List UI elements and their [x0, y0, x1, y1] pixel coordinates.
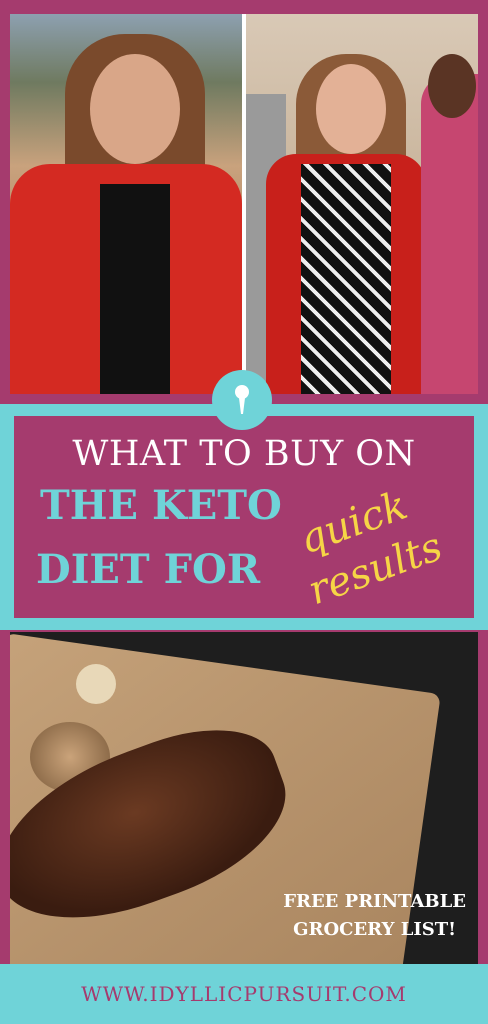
pin-icon	[227, 382, 257, 418]
face	[316, 64, 386, 154]
black-dress	[100, 184, 170, 394]
title-line-2: THE KETO	[40, 482, 282, 529]
steak-photo: FREE PRINTABLE GROCERY LIST!	[10, 632, 478, 964]
garlic-clove	[76, 664, 116, 704]
caption-line-2: GROCERY LIST!	[293, 919, 457, 940]
footer-bar: WWW.IDYLLICPURSUIT.COM	[0, 964, 488, 1024]
logo-badge	[212, 370, 272, 430]
patterned-dress	[301, 164, 391, 394]
friend-face	[428, 54, 476, 118]
title-line-3: DIET FOR	[36, 546, 261, 593]
title-panel: WHAT TO BUY ON THE KETO DIET FOR quick r…	[14, 416, 474, 618]
hero-photo-collage	[10, 14, 478, 394]
caption: FREE PRINTABLE GROCERY LIST!	[283, 888, 466, 944]
friend-person	[421, 74, 478, 394]
footer-url-link[interactable]: WWW.IDYLLICPURSUIT.COM	[81, 982, 407, 1006]
face	[90, 54, 180, 164]
after-photo	[246, 14, 478, 394]
title-banner: WHAT TO BUY ON THE KETO DIET FOR quick r…	[0, 404, 488, 630]
before-photo	[10, 14, 242, 394]
caption-line-1: FREE PRINTABLE	[283, 891, 466, 912]
title-line-1: WHAT TO BUY ON	[72, 434, 416, 474]
